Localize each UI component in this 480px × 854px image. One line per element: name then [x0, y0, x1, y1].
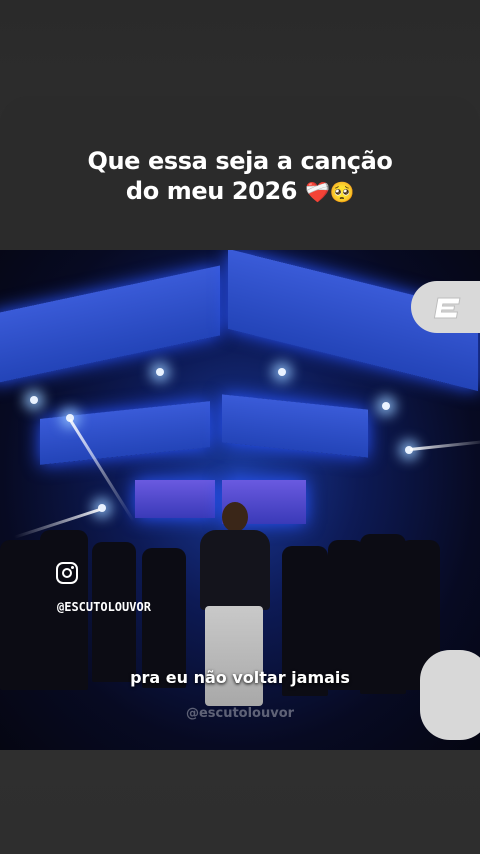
stage-light: [156, 368, 164, 376]
stage-screen-low-left: [135, 480, 215, 518]
lyric-caption: pra eu não voltar jamais: [130, 668, 350, 687]
stage-screen-left: [0, 265, 220, 385]
band-member: [142, 548, 186, 688]
post-headline: Que essa seja a canção do meu 2026 ❤️‍🩹🥺: [0, 146, 480, 207]
light-beam: [409, 439, 480, 451]
instagram-icon: [56, 562, 78, 584]
e-logo-icon: [433, 297, 461, 319]
video-player[interactable]: @ESCUTOLOUVOR pra eu não voltar jamais @…: [0, 250, 480, 750]
headline-text: do meu 2026: [125, 177, 298, 205]
stage-screen-mid-right: [222, 394, 368, 458]
headline-emojis: ❤️‍🩹🥺: [305, 180, 355, 204]
channel-logo-badge: [411, 281, 480, 333]
stage-light: [278, 368, 286, 376]
stage-screen-mid-left: [40, 401, 210, 465]
headline-line-1: Que essa seja a canção: [87, 147, 393, 175]
singer-legs: [205, 606, 263, 706]
watermark: @escutolouvor: [185, 706, 295, 721]
stage-light: [30, 396, 38, 404]
singer-body: [200, 530, 270, 610]
drum-kit: [420, 650, 480, 740]
singer-head: [222, 502, 248, 532]
instagram-handle: @ESCUTOLOUVOR: [57, 600, 151, 614]
headline-line-2: do meu 2026 ❤️‍🩹🥺: [0, 176, 480, 207]
stage-light: [382, 402, 390, 410]
